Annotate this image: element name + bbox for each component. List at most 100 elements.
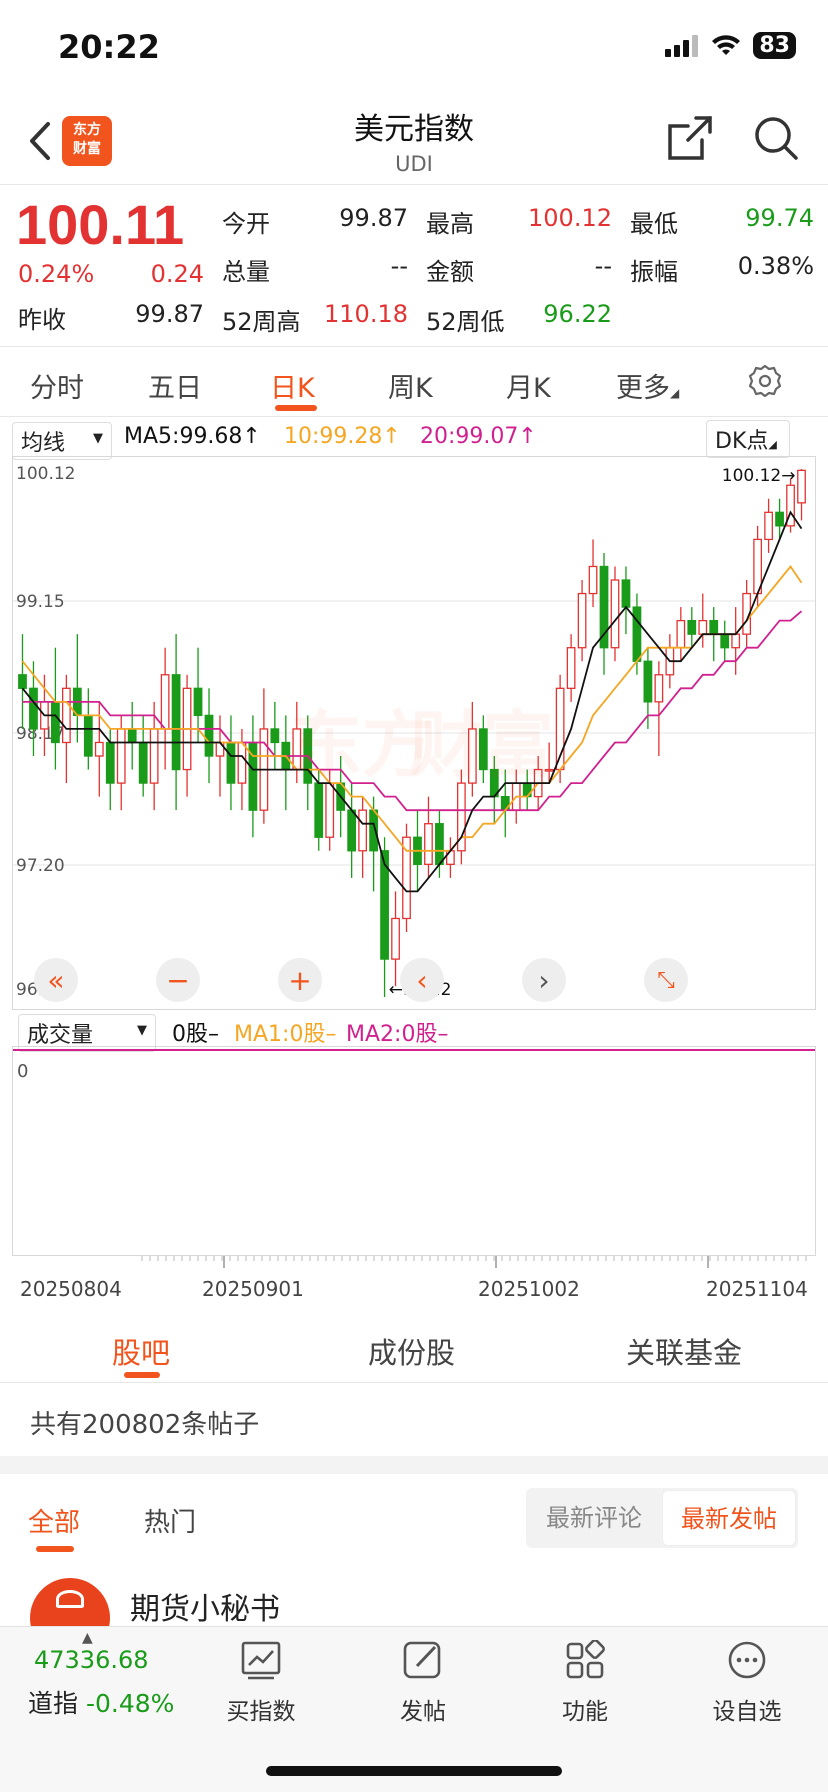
triangle-up-icon: ▲ [82,1630,93,1646]
y-axis-label: 97.20 [16,856,65,876]
edit-icon [403,1641,441,1679]
nav-buy-index[interactable]: 买指数 [206,1640,316,1726]
ma10-value: 10:99.28↑ [284,424,401,449]
share-button[interactable] [666,114,714,162]
candle-body [325,782,335,838]
scroll-left-button[interactable]: ‹ [400,958,444,1002]
chart-settings-button[interactable] [748,364,782,402]
fullscreen-button[interactable]: ⤡ [644,958,688,1002]
status-icons: 83 [665,32,796,59]
candle-body [391,917,400,960]
current-price: 100.11 [16,193,185,256]
candle-body [127,728,137,744]
wk52-low-value: 96.22 [543,300,612,328]
y-axis-label: 99.15 [16,592,65,612]
triangle-down-icon: ◢ [670,386,680,400]
tab-more[interactable]: 更多◢ [616,366,679,405]
volume-value: -- [390,252,408,280]
candle-body [160,674,170,730]
open-label: 今开 [222,210,270,238]
wk52-low-label: 52周低 [426,308,505,336]
chevron-right-icon: › [538,963,550,997]
search-button[interactable] [752,114,800,162]
post-count: 共有200802条帖子 [30,1410,260,1440]
volume-chart[interactable]: 0 [12,1046,816,1256]
candle-body [566,647,576,689]
chevron-left-icon: ‹ [416,963,428,997]
search-icon [755,117,798,160]
candle-body [775,511,784,527]
candle-body [764,511,773,541]
scroll-right-button[interactable]: › [522,958,566,1002]
candle-body [138,741,148,784]
zoom-in-button[interactable]: + [278,958,322,1002]
nav-features[interactable]: 功能 [530,1639,640,1726]
x-axis-label: 20250901 [202,1277,304,1301]
candle-body [171,674,181,771]
tab-intraday[interactable]: 分时 [30,366,84,405]
section-separator [0,1456,828,1474]
ticker-value[interactable]: 47336.68 [34,1646,149,1674]
wk52-high-value: 110.18 [324,300,408,328]
tab-forum[interactable]: 股吧 [112,1330,170,1372]
volume-axis-label: 0 [17,1061,29,1082]
share-icon [668,116,712,160]
nav-add-watchlist[interactable]: 设自选 [692,1640,802,1726]
candle-body [105,741,115,784]
battery-icon: 83 [753,32,796,59]
open-value: 99.87 [339,204,408,232]
scroll-left-fast-button[interactable]: « [34,958,78,1002]
zoom-out-button[interactable]: − [156,958,200,1002]
poster-name[interactable]: 期货小秘书 [130,1584,280,1628]
amount-label: 金额 [426,258,474,286]
ma-selector-dropdown[interactable]: 均线 ▼ [12,422,112,460]
candle-body [720,633,730,649]
sort-latest-comment[interactable]: 最新评论 [526,1488,662,1548]
tab-daily-k[interactable]: 日K [270,366,315,405]
dk-point-button[interactable]: DK点◢ [706,420,790,458]
low-label: 最低 [630,210,678,238]
grid-icon [566,1639,605,1679]
y-axis-label: 100.12 [16,464,75,484]
amplitude-value: 0.38% [737,252,814,280]
double-chevron-left-icon: « [47,963,65,997]
candle-body [237,741,247,784]
candle-body [358,809,368,852]
candle-body [424,823,433,865]
filter-hot[interactable]: 热门 [144,1502,196,1539]
candle-body [314,782,324,838]
triangle-corner-icon: ◢ [768,438,777,451]
active-filter-indicator [36,1546,74,1552]
x-axis-label: 20251104 [706,1277,808,1301]
ma20-value: 20:99.07↑ [420,424,537,449]
prev-close-label: 昨收 [18,306,66,334]
tab-five-day[interactable]: 五日 [148,366,202,405]
candle-body [610,579,620,649]
tab-components[interactable]: 成份股 [368,1330,455,1372]
amount-value: -- [594,252,612,280]
volume-label: 总量 [222,258,270,286]
sort-latest-post[interactable]: 最新发帖 [662,1490,796,1546]
prev-close-value: 99.87 [135,300,204,328]
active-tab-indicator [124,1372,160,1378]
minus-icon: − [166,963,190,997]
tab-related-funds[interactable]: 关联基金 [626,1330,742,1372]
filter-all[interactable]: 全部 [28,1502,80,1539]
status-time: 20:22 [58,28,160,66]
change-value: 0.24 [150,260,204,288]
candle-body [577,592,587,649]
tab-monthly-k[interactable]: 月K [506,366,551,405]
nav-post[interactable]: 发帖 [368,1640,478,1726]
candle-body [29,687,38,730]
logo-icon [56,1590,84,1608]
candle-body [435,823,444,865]
volume-value: 0股– [172,1022,219,1047]
x-axis: 20250804 20250901 20251002 20251104 [20,1256,808,1301]
tab-weekly-k[interactable]: 周K [388,366,433,405]
candle-body [116,728,126,784]
ticker-name-change[interactable]: 道指 -0.48% [28,1684,174,1720]
divider [0,416,828,417]
divider [0,346,828,347]
wk52-high-label: 52周高 [222,308,301,336]
more-dots-icon [728,1641,766,1679]
